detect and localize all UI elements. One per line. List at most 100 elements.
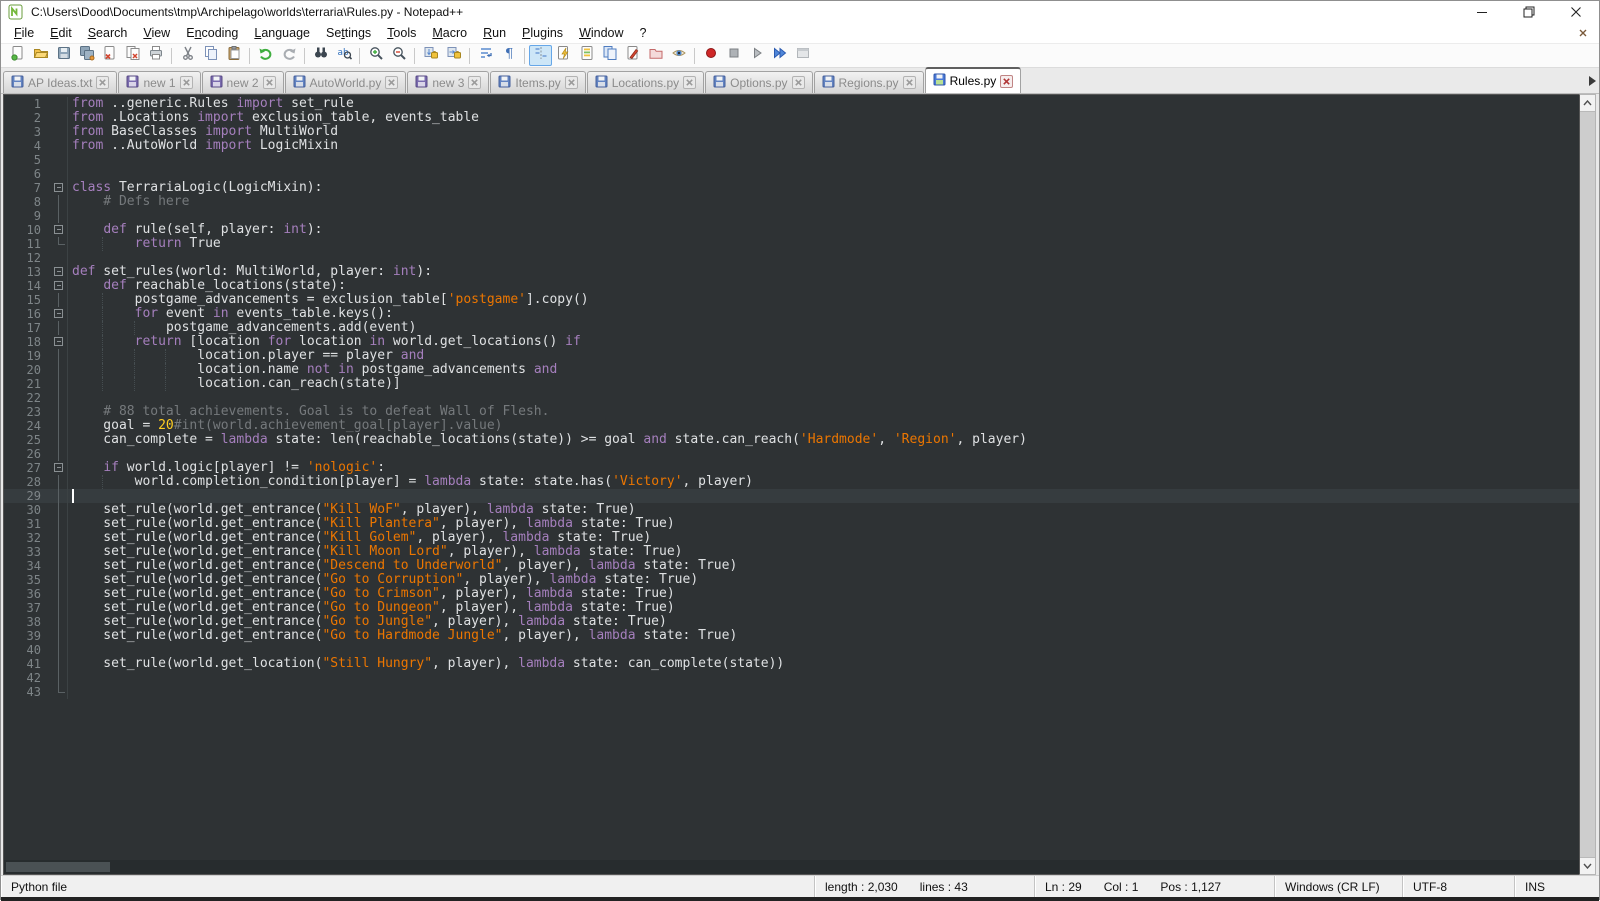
code-line[interactable]: 6: [4, 167, 1579, 181]
fold-collapse-icon[interactable]: [54, 183, 63, 192]
indent-guide-button[interactable]: [529, 45, 552, 66]
save-all-button[interactable]: [75, 45, 98, 66]
horizontal-scrollbar-thumb[interactable]: [6, 862, 110, 872]
code-line[interactable]: 25 can_complete = lambda state: len(reac…: [4, 433, 1579, 447]
undo-button[interactable]: [254, 45, 277, 66]
tab-close-icon[interactable]: [565, 76, 578, 89]
fold-margin[interactable]: [50, 223, 68, 237]
code-line[interactable]: 8 # Defs here: [4, 195, 1579, 209]
code-line[interactable]: 37 set_rule(world.get_entrance("Go to Du…: [4, 601, 1579, 615]
print-button[interactable]: [144, 45, 167, 66]
menu-help[interactable]: ?: [632, 24, 655, 42]
sync-vertical-button[interactable]: [419, 45, 442, 66]
horizontal-scrollbar[interactable]: [4, 860, 1579, 874]
zoom-in-button[interactable]: [364, 45, 387, 66]
scroll-up-button[interactable]: [1580, 95, 1595, 111]
code-line[interactable]: 2from .Locations import exclusion_table,…: [4, 111, 1579, 125]
copy-button[interactable]: [199, 45, 222, 66]
tab-regions-py[interactable]: Regions.py: [814, 71, 924, 93]
zoom-out-button[interactable]: [387, 45, 410, 66]
menu-search[interactable]: Search: [80, 24, 136, 42]
code-area[interactable]: 1from ..generic.Rules import set_rule2fr…: [4, 95, 1579, 860]
macro-save-button[interactable]: [791, 45, 814, 66]
code-line[interactable]: 21 location.can_reach(state)]: [4, 377, 1579, 391]
code-line[interactable]: 36 set_rule(world.get_entrance("Go to Cr…: [4, 587, 1579, 601]
code-line[interactable]: 34 set_rule(world.get_entrance("Descend …: [4, 559, 1579, 573]
close-all-button[interactable]: [121, 45, 144, 66]
editor[interactable]: 1from ..generic.Rules import set_rule2fr…: [3, 94, 1579, 875]
close-button[interactable]: [1552, 1, 1599, 23]
code-line[interactable]: 3from BaseClasses import MultiWorld: [4, 125, 1579, 139]
minimize-button[interactable]: [1458, 1, 1505, 23]
fold-collapse-icon[interactable]: [54, 225, 63, 234]
menu-run[interactable]: Run: [475, 24, 514, 42]
find-button[interactable]: [309, 45, 332, 66]
code-line[interactable]: 32 set_rule(world.get_entrance("Kill Gol…: [4, 531, 1579, 545]
cut-button[interactable]: [176, 45, 199, 66]
code-line[interactable]: 23 # 88 total achievements. Goal is to d…: [4, 405, 1579, 419]
function-list-button[interactable]: [552, 45, 575, 66]
code-line[interactable]: 4from ..AutoWorld import LogicMixin: [4, 139, 1579, 153]
code-line[interactable]: 5: [4, 153, 1579, 167]
paste-button[interactable]: [222, 45, 245, 66]
tab-close-icon[interactable]: [1000, 75, 1013, 88]
code-line[interactable]: 22: [4, 391, 1579, 405]
fold-collapse-icon[interactable]: [54, 463, 63, 472]
fold-collapse-icon[interactable]: [54, 267, 63, 276]
code-line[interactable]: 31 set_rule(world.get_entrance("Kill Pla…: [4, 517, 1579, 531]
tab-new-2[interactable]: new 2: [202, 71, 284, 93]
code-line[interactable]: 43: [4, 685, 1579, 699]
code-line[interactable]: 9: [4, 209, 1579, 223]
tab-close-icon[interactable]: [683, 76, 696, 89]
code-line[interactable]: 10 def rule(self, player: int):: [4, 223, 1579, 237]
fold-margin[interactable]: [50, 335, 68, 349]
document-close-icon[interactable]: [1575, 26, 1591, 40]
menu-language[interactable]: Language: [246, 24, 318, 42]
fold-margin[interactable]: [50, 461, 68, 475]
fold-collapse-icon[interactable]: [54, 309, 63, 318]
monitoring-button[interactable]: [667, 45, 690, 66]
macro-stop-button[interactable]: [722, 45, 745, 66]
menu-settings[interactable]: Settings: [318, 24, 379, 42]
tab-ap-ideas-txt[interactable]: AP Ideas.txt: [3, 71, 117, 93]
code-line[interactable]: 17 postgame_advancements.add(event): [4, 321, 1579, 335]
macro-play-button[interactable]: [745, 45, 768, 66]
tab-rules-py[interactable]: Rules.py: [925, 67, 1022, 93]
code-line[interactable]: 7class TerrariaLogic(LogicMixin):: [4, 181, 1579, 195]
fold-margin[interactable]: [50, 181, 68, 195]
code-line[interactable]: 13def set_rules(world: MultiWorld, playe…: [4, 265, 1579, 279]
code-line[interactable]: 33 set_rule(world.get_entrance("Kill Moo…: [4, 545, 1579, 559]
fold-margin[interactable]: [50, 279, 68, 293]
code-line[interactable]: 15 postgame_advancements = exclusion_tab…: [4, 293, 1579, 307]
sync-horizontal-button[interactable]: [442, 45, 465, 66]
macro-run-multiple-button[interactable]: [768, 45, 791, 66]
code-line[interactable]: 20 location.name not in postgame_advance…: [4, 363, 1579, 377]
show-symbols-button[interactable]: ¶: [497, 45, 520, 66]
code-line[interactable]: 30 set_rule(world.get_entrance("Kill WoF…: [4, 503, 1579, 517]
fold-margin[interactable]: [50, 307, 68, 321]
tab-close-icon[interactable]: [263, 76, 276, 89]
code-line[interactable]: 40: [4, 643, 1579, 657]
new-file-button[interactable]: [6, 45, 29, 66]
code-line[interactable]: 16 for event in events_table.keys():: [4, 307, 1579, 321]
tab-close-icon[interactable]: [96, 76, 109, 89]
code-line[interactable]: 1from ..generic.Rules import set_rule: [4, 97, 1579, 111]
code-line[interactable]: 19 location.player == player and: [4, 349, 1579, 363]
code-line[interactable]: 24 goal = 20#int(world.achievement_goal[…: [4, 419, 1579, 433]
tab-close-icon[interactable]: [385, 76, 398, 89]
code-line[interactable]: 12: [4, 251, 1579, 265]
vertical-scrollbar-thumb[interactable]: [1580, 111, 1595, 858]
code-line[interactable]: 42: [4, 671, 1579, 685]
replace-button[interactable]: ab: [332, 45, 355, 66]
code-line[interactable]: 38 set_rule(world.get_entrance("Go to Ju…: [4, 615, 1579, 629]
menu-view[interactable]: View: [135, 24, 178, 42]
tab-autoworld-py[interactable]: AutoWorld.py: [285, 71, 407, 93]
doc-switcher-button[interactable]: [598, 45, 621, 66]
menu-tools[interactable]: Tools: [379, 24, 424, 42]
scroll-down-button[interactable]: [1580, 858, 1595, 874]
vertical-scrollbar[interactable]: [1579, 94, 1596, 875]
menu-encoding[interactable]: Encoding: [178, 24, 246, 42]
fold-collapse-icon[interactable]: [54, 281, 63, 290]
menu-macro[interactable]: Macro: [424, 24, 475, 42]
menu-file[interactable]: File: [6, 24, 42, 42]
